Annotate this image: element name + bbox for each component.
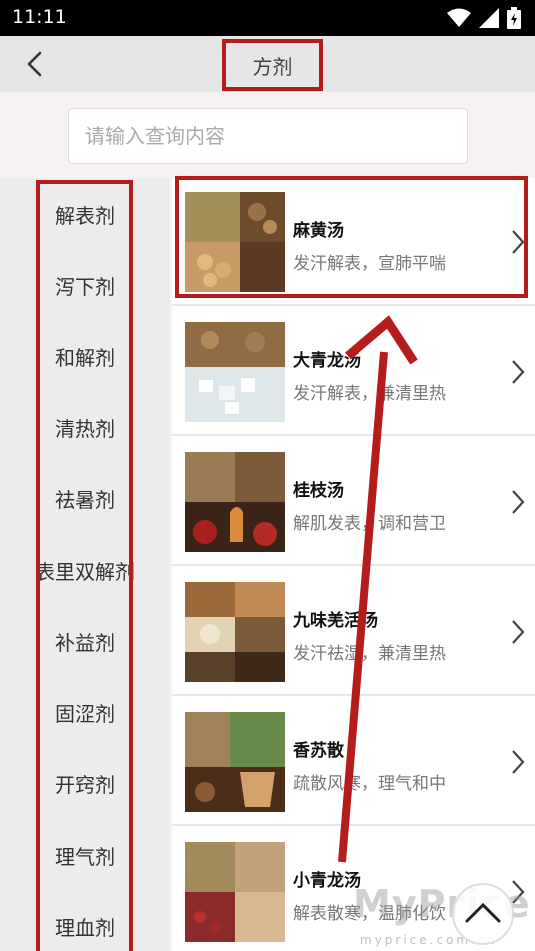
prescription-desc: 解表散寒，温肺化饮 <box>293 904 446 924</box>
sidebar-item-label: 开窍剂 <box>55 773 115 797</box>
sidebar-item-label: 固涩剂 <box>55 702 115 726</box>
herb-thumbnail <box>185 452 285 552</box>
sidebar-item-kaiqiao[interactable]: 开窍剂 <box>0 769 170 798</box>
chevron-right-icon <box>512 360 525 384</box>
herb-thumbnail <box>185 322 285 422</box>
sidebar-item-hejie[interactable]: 和解剂 <box>0 342 170 371</box>
list-item[interactable]: 桂枝汤 解肌发表，调和营卫 <box>172 438 535 566</box>
sidebar-item-lixue[interactable]: 理血剂 <box>0 912 170 941</box>
prescription-desc: 疏散风寒，理气和中 <box>293 774 446 794</box>
chevron-right-icon <box>512 490 525 514</box>
sidebar-item-label: 泻下剂 <box>55 275 115 299</box>
search-area <box>0 92 535 178</box>
sidebar-item-label: 理血剂 <box>55 916 115 940</box>
wifi-icon <box>447 8 471 27</box>
back-button[interactable] <box>18 48 52 80</box>
sidebar-item-label: 清热剂 <box>55 417 115 441</box>
list-item[interactable]: 麻黄汤 发汗解表，宣肺平喘 <box>172 178 535 306</box>
search-input[interactable] <box>68 108 468 164</box>
prescription-name: 麻黄汤 <box>293 221 344 241</box>
scroll-top-button[interactable] <box>452 883 514 945</box>
status-time: 11:11 <box>12 6 67 28</box>
battery-icon <box>507 7 521 29</box>
sidebar-item-buyi[interactable]: 补益剂 <box>0 627 170 656</box>
list-item[interactable]: 香苏散 疏散风寒，理气和中 <box>172 698 535 826</box>
status-icons <box>447 7 521 29</box>
page-title-box: 方剂 <box>222 39 323 91</box>
sidebar-item-label: 祛暑剂 <box>55 488 115 512</box>
sidebar-item-label: 理气剂 <box>55 845 115 869</box>
herb-thumbnail <box>185 712 285 812</box>
chevron-up-icon <box>465 902 501 923</box>
chevron-right-icon <box>512 620 525 644</box>
herb-thumbnail <box>185 582 285 682</box>
sidebar-item-guse[interactable]: 固涩剂 <box>0 698 170 727</box>
sidebar-item-qingre[interactable]: 清热剂 <box>0 413 170 442</box>
chevron-right-icon <box>512 750 525 774</box>
sidebar-item-label: 补益剂 <box>55 631 115 655</box>
prescription-desc: 发汗解表，兼清里热 <box>293 384 446 404</box>
prescription-name: 香苏散 <box>293 741 344 761</box>
herb-thumbnail <box>185 192 285 292</box>
prescription-desc: 解肌发表，调和营卫 <box>293 514 446 534</box>
app-header: 方剂 <box>0 36 535 92</box>
prescription-name: 小青龙汤 <box>293 871 361 891</box>
chevron-right-icon <box>512 230 525 254</box>
prescription-name: 大青龙汤 <box>293 351 361 371</box>
prescription-desc: 发汗祛湿，兼清里热 <box>293 644 446 664</box>
back-arrow-icon <box>27 51 42 77</box>
prescription-name: 九味羌活汤 <box>293 611 378 631</box>
sidebar-item-biaolishuangjie[interactable]: 表里双解剂 <box>0 556 170 585</box>
signal-icon <box>479 8 499 28</box>
sidebar-item-label: 解表剂 <box>55 204 115 228</box>
page-title: 方剂 <box>252 54 293 79</box>
sidebar-item-qushu[interactable]: 祛暑剂 <box>0 484 170 513</box>
sidebar-item-liqi[interactable]: 理气剂 <box>0 841 170 870</box>
list-item[interactable]: 大青龙汤 发汗解表，兼清里热 <box>172 308 535 436</box>
list-item[interactable]: 九味羌活汤 发汗祛湿，兼清里热 <box>172 568 535 696</box>
prescription-list: 麻黄汤 发汗解表，宣肺平喘 大青龙汤 发汗解表，兼清里热 桂枝汤 解肌发表，调和… <box>172 178 535 951</box>
prescription-name: 桂枝汤 <box>293 481 344 501</box>
sidebar-item-label: 表里双解剂 <box>35 560 135 584</box>
herb-thumbnail <box>185 842 285 942</box>
prescription-desc: 发汗解表，宣肺平喘 <box>293 254 446 274</box>
status-bar: 11:11 <box>0 0 535 36</box>
sidebar-item-jiebiao[interactable]: 解表剂 <box>0 200 170 229</box>
category-sidebar: 解表剂 泻下剂 和解剂 清热剂 祛暑剂 表里双解剂 补益剂 固涩剂 开窍剂 理气… <box>0 178 170 951</box>
sidebar-item-label: 和解剂 <box>55 346 115 370</box>
sidebar-item-xiexia[interactable]: 泻下剂 <box>0 271 170 300</box>
